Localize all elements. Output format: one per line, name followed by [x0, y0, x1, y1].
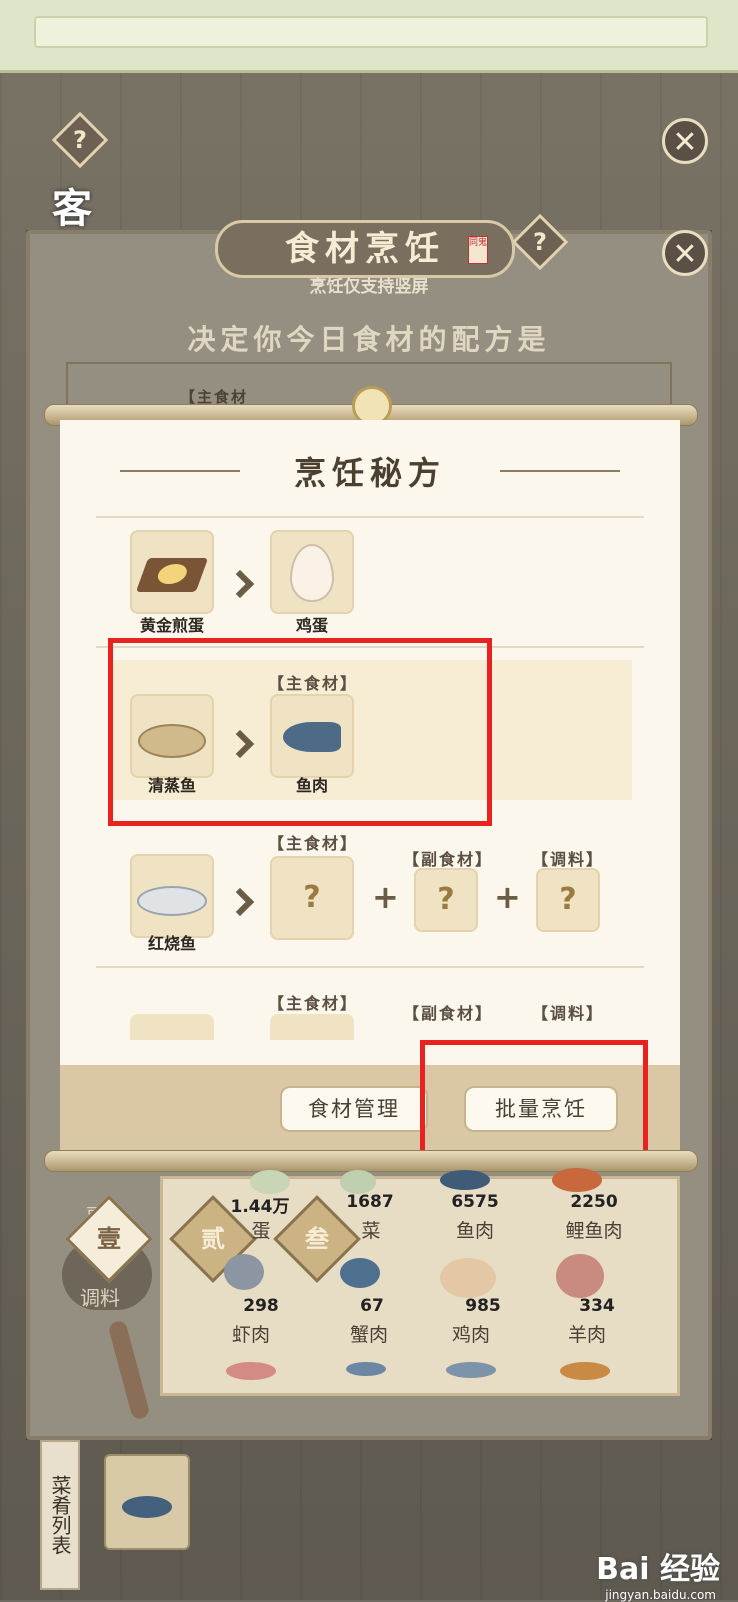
main-ingredient-tag: 【主食材】	[267, 994, 358, 1013]
main-ingredient-tag: 【主食材】	[267, 834, 358, 853]
highlight-box-batch	[420, 1040, 648, 1168]
close-icon[interactable]: ✕	[662, 230, 708, 276]
lamb-item-icon	[556, 1254, 604, 1298]
item-count: 2250	[570, 1192, 618, 1212]
item-name: 蟹肉	[349, 1324, 388, 1346]
item-name: 蛋	[251, 1220, 271, 1242]
egg-icon	[290, 544, 334, 602]
plus-icon: +	[372, 878, 399, 916]
item-count: 334	[579, 1296, 615, 1316]
chicken-item-icon	[440, 1258, 496, 1298]
highlight-box-recipe	[108, 638, 492, 826]
ingredient-tile[interactable]	[270, 530, 354, 614]
shrimp-item-icon	[224, 1254, 264, 1290]
fish-dish-icon	[122, 1496, 172, 1518]
item-name: 虾肉	[231, 1324, 270, 1346]
item-count: 67	[360, 1296, 384, 1316]
recipe-question: 决定你今日食材的配方是	[187, 323, 551, 356]
carp-item-icon	[552, 1168, 602, 1192]
fish-item-icon	[440, 1170, 490, 1190]
ingredient-tile-partial[interactable]	[270, 1014, 354, 1040]
ingredient-manage-button[interactable]: 食材管理	[280, 1086, 428, 1132]
dish-tile-partial[interactable]	[130, 1014, 214, 1040]
side-ingredient-slot[interactable]: ?	[414, 868, 478, 932]
scene-label: 客	[52, 186, 92, 232]
main-ingredient-slot[interactable]: ?	[270, 856, 354, 940]
egg-item-icon	[250, 1170, 290, 1194]
dish-slot[interactable]	[104, 1454, 190, 1550]
scroll-title: 烹饪秘方	[293, 454, 446, 492]
item-count: 1.44万	[230, 1197, 290, 1217]
seasoning-tag: 【调料】	[531, 850, 604, 869]
item-name: 鸡肉	[451, 1324, 490, 1346]
dish-name: 黄金煎蛋	[139, 616, 204, 635]
item-count: 6575	[451, 1192, 499, 1212]
vegetable-item-icon	[340, 1170, 376, 1194]
dish-tile[interactable]	[130, 854, 214, 938]
seasoning-tab-label[interactable]: 调料	[80, 1282, 120, 1311]
meat-item-icon	[226, 1362, 276, 1380]
side-ingredient-tag: 【副食材】	[402, 850, 493, 869]
item-count: 985	[465, 1296, 501, 1316]
seasoning-tag: 【调料】	[531, 1004, 604, 1023]
braised-fish-icon	[137, 886, 207, 916]
side-ingredient-tag: 【副食材】	[402, 1004, 493, 1023]
fried-egg-icon	[135, 558, 209, 592]
seasoning-slot[interactable]: ?	[536, 868, 600, 932]
item-name: 鱼肉	[455, 1220, 494, 1242]
ingredient-name: 鸡蛋	[295, 616, 328, 635]
seal-stamp: 同鬼	[468, 236, 488, 264]
fish-item-icon	[346, 1362, 386, 1376]
item-name: 鲤鱼肉	[565, 1220, 623, 1242]
orientation-note: 烹饪仅支持竖屏	[309, 277, 429, 297]
fish-item-icon	[560, 1362, 610, 1380]
dish-list-button[interactable]: 菜肴列表	[40, 1440, 80, 1590]
close-icon-back[interactable]: ✕	[662, 118, 708, 164]
top-bar-field	[34, 16, 708, 48]
item-count: 298	[243, 1296, 279, 1316]
row-divider	[96, 516, 644, 518]
crab-item-icon	[340, 1258, 380, 1288]
dish-tile[interactable]	[130, 530, 214, 614]
fish-item-icon	[446, 1362, 496, 1378]
row-divider	[96, 966, 644, 968]
dish-name: 红烧鱼	[147, 934, 196, 953]
item-name: 羊肉	[567, 1324, 606, 1346]
item-count: 1687	[346, 1192, 394, 1212]
scroll-bottom-rod	[44, 1150, 698, 1172]
item-name: 菜	[361, 1220, 381, 1242]
plus-icon: +	[494, 878, 521, 916]
baidu-watermark: Bai 经验	[596, 1552, 720, 1587]
